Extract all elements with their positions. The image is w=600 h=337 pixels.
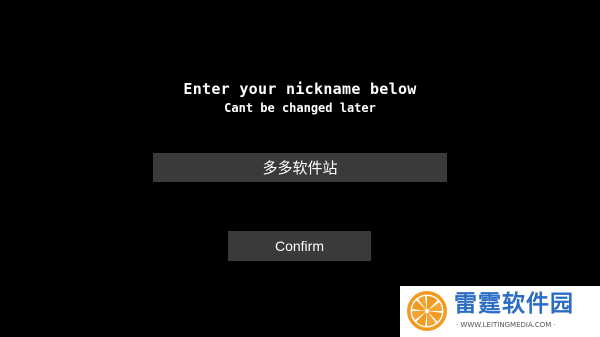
nickname-input[interactable] xyxy=(153,153,447,182)
nickname-screen: Enter your nickname below Cant be change… xyxy=(0,0,600,337)
watermark-url: · WWW.LEITINGMEDIA.COM · xyxy=(456,321,556,329)
watermark-name: 雷霆软件园 xyxy=(454,291,574,317)
confirm-button[interactable]: Confirm xyxy=(228,231,371,261)
page-title: Enter your nickname below xyxy=(183,80,417,98)
watermark: 雷霆软件园 · WWW.LEITINGMEDIA.COM · xyxy=(400,286,600,337)
page-subtitle: Cant be changed later xyxy=(224,101,376,115)
orange-slice-icon xyxy=(407,291,447,331)
